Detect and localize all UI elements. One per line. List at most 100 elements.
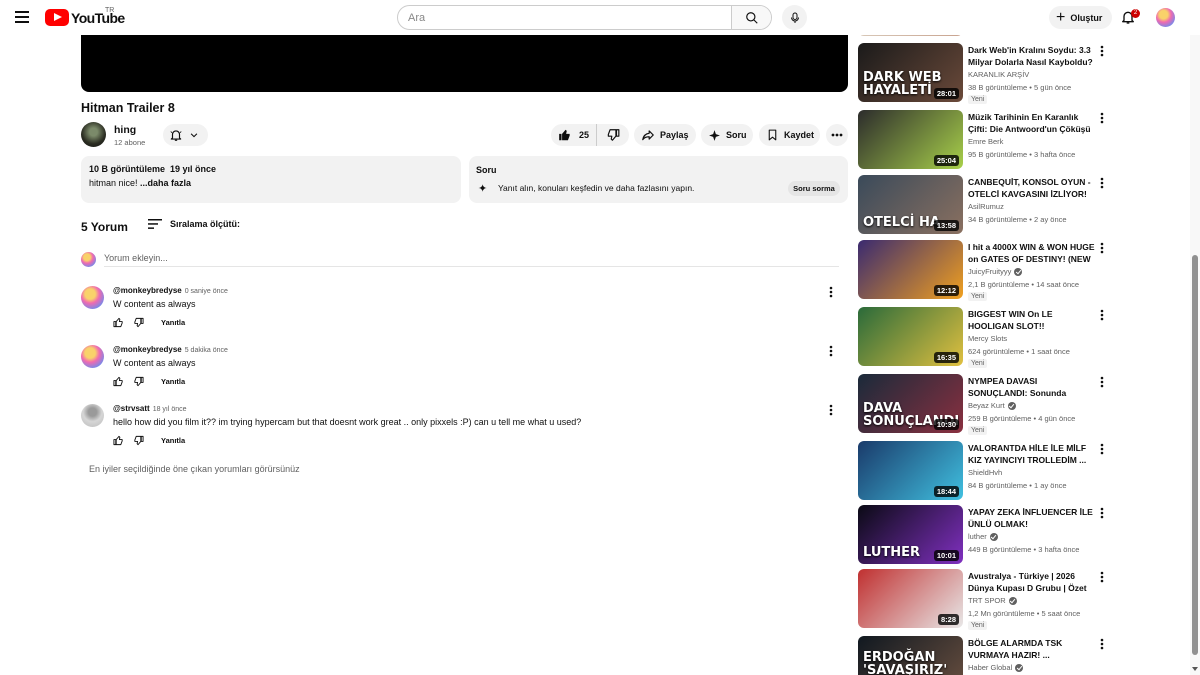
recommendation-title[interactable]: Müzik Tarihinin En Karanlık Çifti: Die A… [968, 111, 1096, 135]
comment-time[interactable]: 18 yıl önce [153, 406, 187, 413]
comment-dislike-button[interactable] [133, 435, 161, 446]
comment-like-button[interactable] [113, 376, 133, 387]
recommendation-title[interactable]: BÖLGE ALARMDA TSK VURMAYA HAZIR! ... [968, 637, 1096, 661]
recommendation-title[interactable]: Avustralya - Türkiye | 2026 Dünya Kupası… [968, 570, 1096, 594]
recommendation-item[interactable]: 8:28 Avustralya - Türkiye | 2026 Dünya Ku… [858, 569, 1110, 630]
comment-dislike-button[interactable] [133, 376, 161, 387]
scroll-down-arrow[interactable] [1192, 667, 1198, 671]
recommendation-title[interactable]: BIGGEST WIN On LE HOOLIGAN SLOT!! [968, 308, 1096, 332]
video-thumbnail[interactable]: ERDOĞAN 'SAVAŞIRIZ' DEDİ! [858, 636, 963, 675]
video-thumbnail[interactable]: OTELCİ HA 13:58 [858, 175, 963, 234]
comment-author[interactable]: @strvsatt [113, 404, 150, 413]
recommendation-channel[interactable]: KARANLIK ARŞİV [968, 70, 1029, 79]
reply-button[interactable]: Yanıtla [161, 436, 185, 445]
dislike-button[interactable] [597, 124, 629, 146]
channel-avatar[interactable] [81, 122, 106, 147]
comment-dislike-button[interactable] [133, 317, 161, 328]
recommendation-meta: 449 B görüntüleme • 3 hafta önce [968, 545, 1080, 554]
recommendation-channel[interactable]: Haber Global [968, 663, 1012, 672]
recommendation-channel[interactable]: ShieldHvh [968, 468, 1002, 477]
save-button[interactable]: Kaydet [759, 124, 820, 146]
sort-comments-button[interactable]: Sıralama ölçütü: [148, 219, 240, 229]
recommendation-meta: 38 B görüntüleme • 5 gün önce [968, 83, 1072, 92]
page-scrollbar[interactable] [1190, 0, 1200, 675]
search-input[interactable] [398, 6, 731, 29]
recommendation-menu-button[interactable] [1100, 177, 1108, 191]
recommendation-menu-button[interactable] [1100, 507, 1108, 521]
ask-button[interactable]: Soru [701, 124, 753, 146]
video-thumbnail[interactable]: 12:12 [858, 240, 963, 299]
recommendation-title[interactable]: YAPAY ZEKA İNFLUENCER İLE ÜNLÜ OLMAK! [968, 506, 1096, 530]
video-thumbnail[interactable]: DARK WEB HAYALETİ 28:01 [858, 43, 963, 102]
description-box[interactable]: 10 B görüntüleme 19 yıl önce hitman nice… [81, 156, 461, 203]
recommendation-title[interactable]: NYMPEA DAVASI SONUÇLANDI: Sonunda [968, 375, 1096, 399]
recommendation-title[interactable]: CANBEQUİT, KONSOL OYUN - OTELCİ KAVGASIN… [968, 176, 1096, 200]
share-button[interactable]: Paylaş [634, 124, 696, 146]
comment-menu-button[interactable] [829, 286, 839, 300]
comment-author-avatar[interactable] [81, 286, 104, 309]
comment-time[interactable]: 5 dakika önce [185, 347, 228, 354]
recommendation-item[interactable]: 18:44 VALORANTDA HİLE İLE MİLF KIZ YAYINC… [858, 441, 1110, 501]
recommendation-channel[interactable]: AsilRumuz [968, 202, 1004, 211]
comment-author-avatar[interactable] [81, 345, 104, 368]
recommendation-item[interactable]: ERDOĞAN 'SAVAŞIRIZ' DEDİ! BÖLGE ALARMDA T… [858, 636, 1110, 675]
more-vertical-icon [1100, 309, 1104, 321]
video-thumbnail[interactable]: LUTHER 10:01 [858, 505, 963, 564]
recommendation-item[interactable]: DAVA SONUÇLANDI 10:30 NYMPEA DAVASI SONUÇL… [858, 374, 1110, 435]
recommendation-menu-button[interactable] [1100, 112, 1108, 126]
recommendation-item[interactable]: 12:12 I hit a 4000X WIN & WON HUGE on GAT… [858, 240, 1110, 301]
more-actions-button[interactable] [826, 124, 848, 146]
recommendation-menu-button[interactable] [1100, 45, 1108, 59]
scrollbar-thumb[interactable] [1192, 255, 1198, 655]
recommendation-channel[interactable]: Beyaz Kurt [968, 401, 1005, 410]
recommendation-item[interactable]: DARK WEB HAYALETİ 28:01 Dark Web'in Kralın… [858, 43, 1110, 104]
like-button[interactable]: 25 [551, 124, 597, 146]
comment-menu-button[interactable] [829, 404, 839, 418]
recommendation-item[interactable]: LUTHER 10:01 YAPAY ZEKA İNFLUENCER İLE ÜNL… [858, 505, 1110, 565]
reply-button[interactable]: Yanıtla [161, 377, 185, 386]
recommendation-menu-button[interactable] [1100, 571, 1108, 585]
menu-icon[interactable] [15, 11, 29, 23]
ask-question-button[interactable]: Soru sorma [788, 181, 840, 196]
video-player[interactable] [81, 35, 848, 92]
account-avatar[interactable] [1156, 8, 1175, 27]
recommendation-channel[interactable]: TRT SPOR [968, 596, 1006, 605]
recommendation-channel[interactable]: JuicyFruityyy [968, 267, 1011, 276]
recommendation-channel[interactable]: Emre Berk [968, 137, 1003, 146]
recommendation-menu-button[interactable] [1100, 242, 1108, 256]
recommendation-channel[interactable]: luther [968, 532, 987, 541]
comment-menu-button[interactable] [829, 345, 839, 359]
video-thumbnail[interactable]: DAVA SONUÇLANDI 10:30 [858, 374, 963, 433]
recommendation-item[interactable]: OTELCİ HA 13:58 CANBEQUİT, KONSOL OYUN - O… [858, 175, 1110, 235]
channel-name[interactable]: hing [114, 124, 136, 136]
recommendation-channel[interactable]: Mercy Slots [968, 334, 1007, 343]
recommendation-item[interactable]: 16:35 BIGGEST WIN On LE HOOLIGAN SLOT!! Me… [858, 307, 1110, 368]
recommendation-menu-button[interactable] [1100, 309, 1108, 323]
search-button[interactable] [731, 6, 771, 29]
recommendation-title[interactable]: VALORANTDA HİLE İLE MİLF KIZ YAYINCIYI T… [968, 442, 1096, 466]
video-thumbnail[interactable]: 16:35 [858, 307, 963, 366]
voice-search-button[interactable] [782, 5, 807, 30]
video-duration: 16:35 [933, 352, 959, 363]
recommendation-menu-button[interactable] [1100, 638, 1108, 652]
recommendation-age: 4 gün önce [1038, 414, 1076, 423]
comment-author-avatar[interactable] [81, 404, 104, 427]
comment-author[interactable]: @monkeybredyse [113, 286, 182, 295]
recommendation-menu-button[interactable] [1100, 443, 1108, 457]
recommendation-title[interactable]: Dark Web'in Kralını Soydu: 3.3 Milyar Do… [968, 44, 1096, 68]
recommendation-menu-button[interactable] [1100, 376, 1108, 390]
add-comment-input[interactable] [104, 250, 839, 267]
comment-like-button[interactable] [113, 317, 133, 328]
show-more-link[interactable]: ...daha fazla [140, 178, 191, 188]
recommendation-item[interactable]: 25:04 Müzik Tarihinin En Karanlık Çifti: … [858, 110, 1110, 170]
comment-like-button[interactable] [113, 435, 133, 446]
subscription-notifications-button[interactable] [163, 124, 208, 146]
comment-author[interactable]: @monkeybredyse [113, 345, 182, 354]
comment-time[interactable]: 0 saniye önce [185, 288, 228, 295]
video-thumbnail[interactable]: 25:04 [858, 110, 963, 169]
video-thumbnail[interactable]: 18:44 [858, 441, 963, 500]
reply-button[interactable]: Yanıtla [161, 318, 185, 327]
recommendation-title[interactable]: I hit a 4000X WIN & WON HUGE on GATES OF… [968, 241, 1096, 265]
create-button[interactable]: + Oluştur [1049, 6, 1112, 29]
video-thumbnail[interactable]: 8:28 [858, 569, 963, 628]
